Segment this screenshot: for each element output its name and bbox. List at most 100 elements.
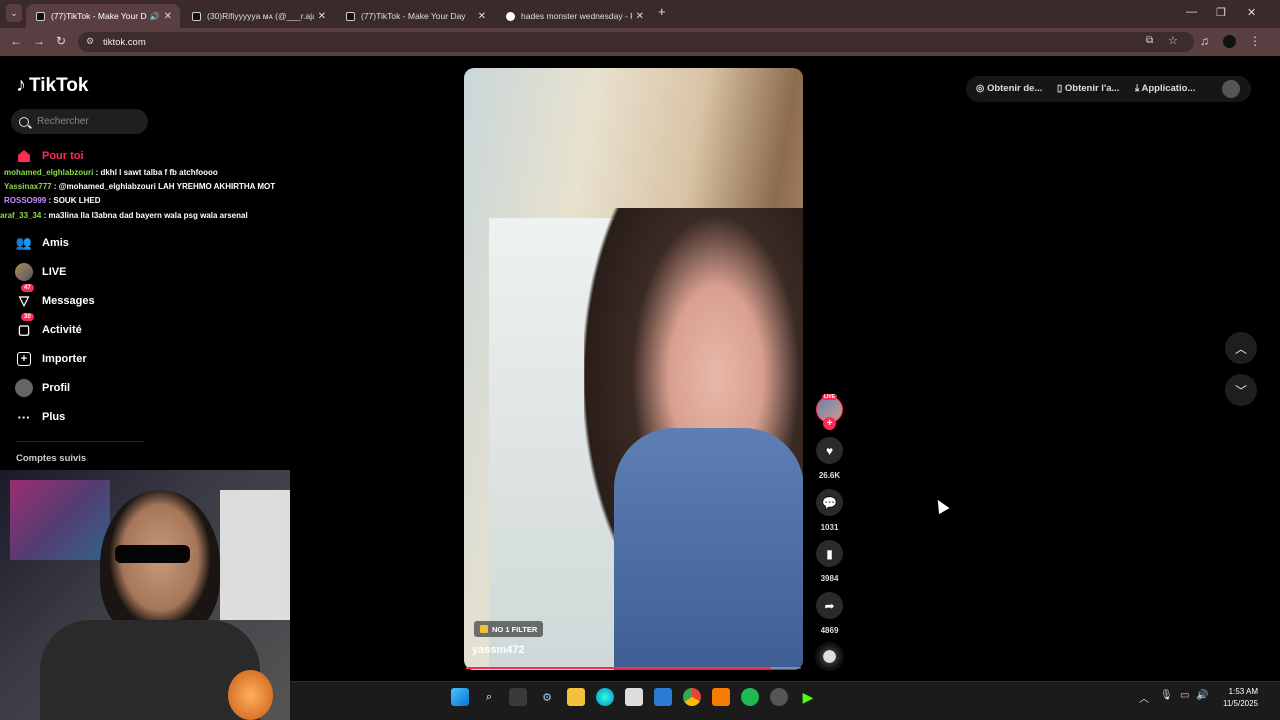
bookmark-star-icon[interactable]: ☆ (1168, 34, 1178, 47)
chat-message: ROSSO999 : SOUK LHED (4, 196, 101, 205)
windows-start-icon[interactable] (451, 688, 469, 706)
store-icon[interactable] (625, 688, 643, 706)
video-player[interactable] (464, 68, 803, 670)
sidebar-item-importer[interactable]: + Importer (15, 350, 87, 368)
search-icon[interactable]: ⌕ (480, 688, 498, 706)
neon-light (10, 480, 110, 560)
address-bar[interactable]: ⚙ tiktok.com ⧉ ☆ (78, 32, 1194, 52)
video-author[interactable]: yassm472 (472, 644, 525, 656)
edge-icon[interactable] (596, 688, 614, 706)
sidebar-item-pour-toi[interactable]: Pour toi (15, 147, 84, 165)
close-tab-icon[interactable]: ✕ (164, 11, 172, 22)
close-tab-icon[interactable]: ✕ (478, 11, 486, 22)
forward-arrow-icon[interactable]: → (33, 34, 45, 48)
media-controls-icon[interactable]: ♫ (1200, 34, 1209, 48)
sunglasses (115, 545, 190, 563)
next-video-button[interactable]: ﹀ (1225, 374, 1257, 406)
music-disc[interactable] (815, 642, 844, 671)
tab-tiktok-active[interactable]: (77)TikTok - Make Your Day 🔊 ✕ (26, 4, 180, 28)
mail-icon[interactable] (654, 688, 672, 706)
close-tab-icon[interactable]: ✕ (636, 11, 644, 22)
like-button[interactable]: ♥ (816, 437, 843, 464)
tab-search-button[interactable]: ⌄ (6, 4, 22, 22)
sidebar-item-messages[interactable]: ▽ 47 Messages (15, 284, 95, 310)
settings-gear-icon[interactable]: ⚙ (538, 688, 556, 706)
streamer-face (100, 490, 220, 640)
url-text: tiktok.com (103, 37, 146, 48)
vlc-icon[interactable] (712, 688, 730, 706)
mouse-cursor (932, 496, 950, 515)
tab-tiktok-2[interactable]: (77)TikTok - Make Your Day ✕ (336, 4, 494, 28)
profile-icon (15, 379, 33, 397)
tiktok-logo[interactable]: ♪ TikTok (16, 74, 88, 97)
streamer-shirt (40, 620, 260, 720)
comment-button[interactable]: 💬 (816, 489, 843, 516)
chevron-down-icon: ﹀ (1234, 383, 1247, 398)
clock-date[interactable]: 11/5/2025 (1212, 699, 1258, 708)
chevron-up-icon: ︿ (1234, 341, 1247, 356)
reload-icon[interactable]: ↻ (56, 34, 66, 48)
follow-button[interactable]: + (823, 417, 836, 430)
video-progress-bar[interactable] (466, 667, 801, 669)
tiktok-favicon-icon (36, 11, 45, 21)
tray-overflow-icon[interactable]: ︿ (1139, 690, 1149, 705)
heart-icon: ♥ (825, 443, 834, 458)
install-app-icon[interactable]: ⧉ (1146, 35, 1153, 46)
desktop-app-button[interactable]: ⤓ Applicatio... (1135, 83, 1195, 94)
chat-message: Yassinax777 : @mohamed_elghlabzouri LAH … (4, 182, 276, 191)
bookmark-icon: ▮ (826, 546, 833, 561)
maximize-button[interactable]: ❐ (1216, 6, 1226, 19)
profile-avatar[interactable] (1223, 35, 1236, 48)
volume-icon[interactable]: 🔊 (1196, 690, 1208, 701)
minimize-button[interactable]: — (1186, 6, 1197, 18)
menu-kebab-icon[interactable]: ⋮ (1249, 34, 1261, 48)
video-person-shirt (614, 428, 803, 670)
following-heading: Comptes suivis (16, 453, 87, 464)
sidebar-item-live[interactable]: LIVE (15, 263, 66, 281)
chrome-icon[interactable] (683, 688, 701, 706)
comment-icon: 💬 (822, 495, 837, 510)
microphone-icon[interactable]: 🎙 (1160, 690, 1173, 701)
like-count: 26.6K (818, 471, 841, 480)
sidebar-item-profil[interactable]: Profil (15, 379, 70, 397)
user-avatar[interactable] (1222, 80, 1240, 98)
close-tab-icon[interactable]: ✕ (318, 11, 326, 22)
browser-toolbar: ← → ↻ ⚙ tiktok.com ⧉ ☆ ♫ ⋮ (0, 28, 1280, 56)
activity-icon: ▢ 30 (15, 313, 34, 339)
obs-icon[interactable] (770, 688, 788, 706)
site-info-icon[interactable]: ⚙ (86, 36, 94, 47)
sidebar-divider (16, 441, 144, 442)
save-count: 3984 (820, 574, 839, 583)
search-input[interactable]: Rechercher (11, 109, 148, 134)
spotify-icon[interactable] (741, 688, 759, 706)
tab-rifiyyyyya[interactable]: (30)Rifiyyyyya ᴍᴀ (@___r.ajaeee... ✕ (182, 4, 334, 28)
save-button[interactable]: ▮ (816, 540, 843, 567)
window-light (220, 490, 290, 620)
get-coins-button[interactable]: ◎ Obtenir de... (976, 83, 1042, 94)
comment-count: 1031 (820, 523, 839, 532)
sidebar-item-activite[interactable]: ▢ 30 Activité (15, 313, 82, 339)
sidebar-item-amis[interactable]: 👥 Amis (15, 234, 69, 252)
get-app-button[interactable]: ▯ Obtenir l'a... (1057, 83, 1119, 94)
video-progress-fill (466, 667, 771, 669)
clock-time[interactable]: 1:53 AM (1218, 687, 1258, 696)
messages-badge: 47 (21, 284, 34, 292)
new-tab-button[interactable]: + (658, 4, 666, 19)
close-window-button[interactable]: ✕ (1247, 6, 1256, 19)
tiktok-favicon-icon (192, 11, 201, 21)
live-icon (15, 263, 33, 281)
back-arrow-icon[interactable]: ← (10, 34, 22, 48)
kick-icon[interactable]: ▶ (799, 688, 817, 706)
share-button[interactable]: ➦ (816, 592, 843, 619)
previous-video-button[interactable]: ︿ (1225, 332, 1257, 364)
tab-google-search[interactable]: hades monster wednesday - Re... ✕ (496, 4, 652, 28)
effect-tag[interactable]: NO 1 FILTER (474, 621, 544, 637)
chat-message: mohamed_elghlabzouri : dkhl l sawt talba… (4, 168, 218, 177)
friends-icon: 👥 (15, 235, 33, 250)
share-arrow-icon: ➦ (824, 598, 835, 613)
network-icon[interactable]: ▭ (1180, 690, 1189, 701)
search-icon (19, 116, 29, 127)
file-explorer-icon[interactable] (567, 688, 585, 706)
sidebar-item-plus[interactable]: ··· Plus (15, 408, 66, 426)
task-view-icon[interactable] (509, 688, 527, 706)
